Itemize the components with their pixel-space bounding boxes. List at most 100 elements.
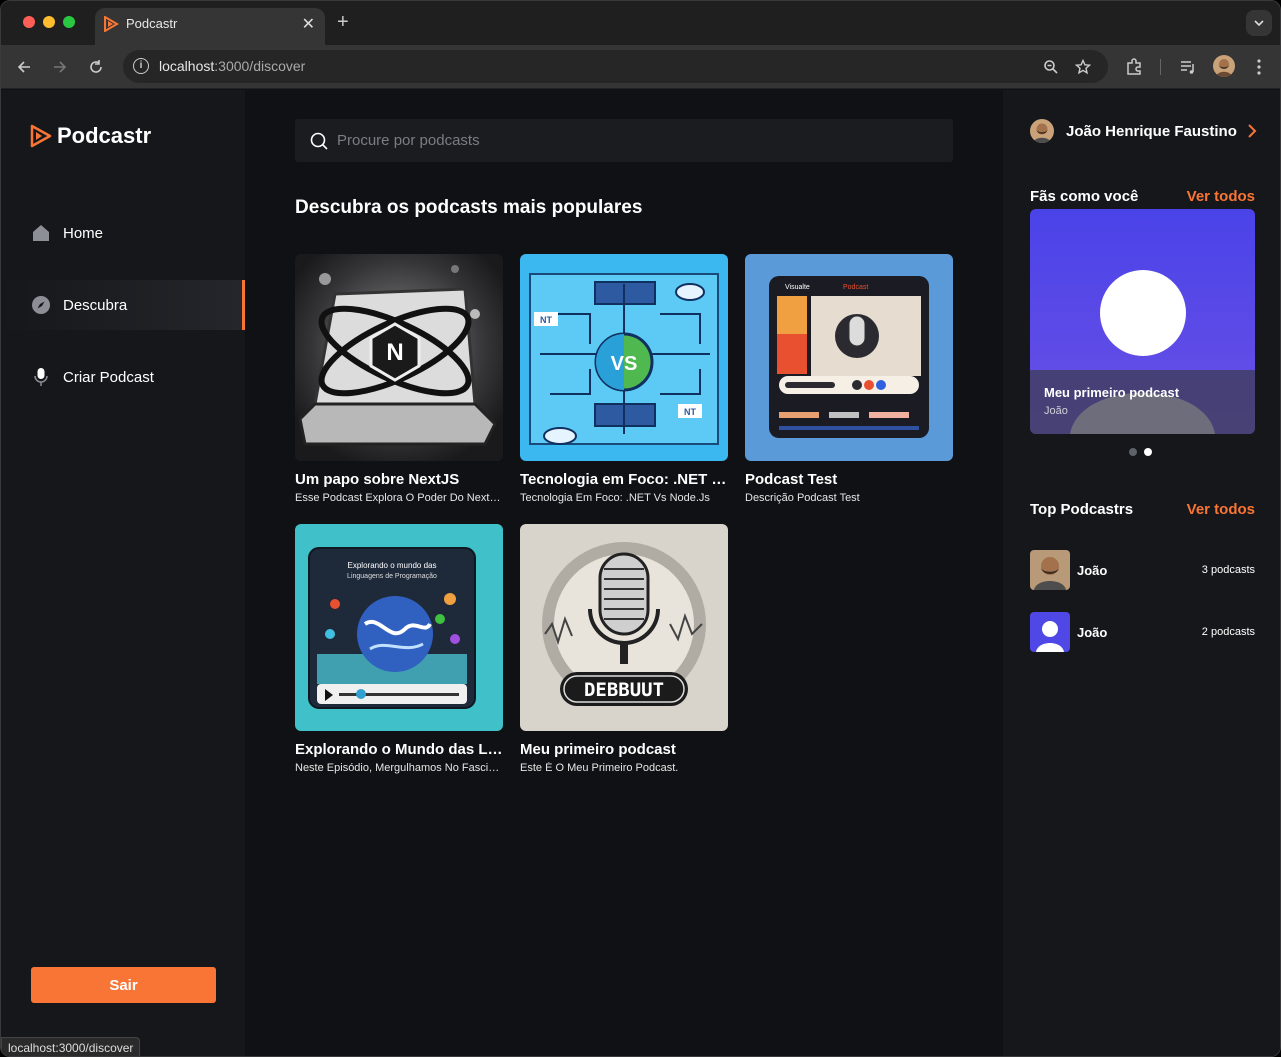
compass-icon	[31, 295, 51, 315]
podcast-title[interactable]: Meu primeiro podcast	[520, 741, 728, 758]
toolbar-divider	[1160, 59, 1161, 75]
chevron-down-icon	[1254, 20, 1264, 27]
profile-avatar[interactable]	[1213, 55, 1235, 77]
top-podcastrs-see-all-link[interactable]: Ver todos	[1187, 501, 1255, 518]
svg-text:Podcast: Podcast	[843, 284, 868, 291]
search-bar[interactable]	[295, 119, 953, 162]
status-bar-url: localhost:3000/discover	[1, 1037, 141, 1056]
extensions-icon[interactable]	[1124, 57, 1144, 77]
search-icon	[310, 132, 328, 150]
fans-see-all-link[interactable]: Ver todos	[1187, 188, 1255, 205]
svg-text:N: N	[386, 339, 403, 366]
top-podcastr-count: 3 podcasts	[1201, 564, 1255, 576]
left-sidebar: Podcastr Home Descubra Criar Podcast Sai…	[1, 90, 245, 1056]
top-podcastrs-header: Top Podcastrs Ver todos	[1030, 501, 1255, 518]
home-icon	[31, 223, 51, 243]
main-content: Descubra os podcasts mais populares N	[245, 90, 1003, 1056]
podcast-title[interactable]: Um papo sobre NextJS	[295, 471, 503, 488]
fans-card-overlay: Meu primeiro podcast João	[1030, 370, 1255, 434]
fans-carousel-card[interactable]: Meu primeiro podcast João	[1030, 209, 1255, 434]
top-podcastr-row[interactable]: João 3 podcasts	[1030, 550, 1255, 590]
podcast-title[interactable]: Tecnologia em Foco: .NET vs Node.js	[520, 471, 728, 488]
back-icon[interactable]	[12, 55, 36, 79]
svg-text:Linguagens de Programação: Linguagens de Programação	[347, 573, 437, 580]
media-control-icon[interactable]	[1178, 57, 1198, 77]
sidebar-item-home[interactable]: Home	[1, 208, 245, 258]
chevron-right-icon	[1248, 124, 1257, 138]
podcast-cover-image[interactable]: DEBBUUT	[520, 524, 728, 731]
svg-text:NT: NT	[684, 407, 696, 417]
fans-title: Fãs como você	[1030, 188, 1139, 205]
logout-button[interactable]: Sair	[31, 967, 216, 1003]
svg-text:NT: NT	[540, 315, 552, 325]
podcast-description: Esse Podcast Explora O Poder Do Next.Js	[295, 492, 503, 504]
reload-icon[interactable]	[84, 55, 108, 79]
address-bar[interactable]: i localhost:3000/discover	[123, 50, 1108, 83]
top-podcastr-name: João	[1077, 624, 1108, 640]
zoom-icon[interactable]	[1041, 57, 1061, 77]
podcast-card[interactable]: Visualte Podcast Podcast Test Descrição …	[745, 254, 953, 504]
browser-tab[interactable]: Podcastr ✕	[95, 8, 325, 45]
podcast-cover-image[interactable]: N	[295, 254, 503, 461]
svg-text:VS: VS	[611, 353, 638, 375]
svg-text:Visualte: Visualte	[785, 284, 810, 291]
maximize-window-button[interactable]	[63, 16, 75, 28]
app: Podcastr Home Descubra Criar Podcast Sai…	[1, 90, 1280, 1056]
site-info-icon[interactable]: i	[133, 58, 149, 74]
podcastr-favicon-icon	[104, 16, 119, 32]
podcast-cover-image[interactable]: Visualte Podcast	[745, 254, 953, 461]
sidebar-item-discover[interactable]: Descubra	[1, 280, 245, 330]
fans-card-author: João	[1044, 405, 1068, 417]
podcast-description: Este É O Meu Primeiro Podcast.	[520, 762, 679, 774]
tab-bar: Podcastr ✕ +	[1, 1, 1280, 45]
logo-text: Podcastr	[57, 123, 152, 148]
browser-window: Podcastr ✕ + i localhost:3000/discover P…	[0, 0, 1281, 1057]
section-title: Descubra os podcasts mais populares	[295, 197, 643, 218]
podcast-card[interactable]: Explorando o mundo das Linguagens de Pro…	[295, 524, 503, 774]
podcastr-logo-icon	[30, 124, 52, 148]
microphone-icon	[31, 367, 51, 387]
bookmark-star-icon[interactable]	[1073, 57, 1093, 77]
podcast-title[interactable]: Podcast Test	[745, 471, 953, 488]
sidebar-item-create-podcast[interactable]: Criar Podcast	[1, 352, 245, 402]
top-podcastr-name: João	[1077, 562, 1108, 578]
profile-name: João Henrique Faustino	[1066, 122, 1237, 140]
podcast-cover-image[interactable]: Explorando o mundo das Linguagens de Pro…	[295, 524, 503, 731]
podcast-description: Descrição Podcast Test	[745, 492, 860, 504]
podcast-card[interactable]: N Um papo sobre NextJS Esse Podcast Expl…	[295, 254, 503, 504]
browser-toolbar: i localhost:3000/discover	[1, 45, 1280, 89]
forward-icon[interactable]	[48, 55, 72, 79]
tab-search-button[interactable]	[1246, 10, 1272, 36]
podcast-card[interactable]: VS NT NT Tecnologia em Foco: .NET vs Nod…	[520, 254, 728, 504]
fans-card-title: Meu primeiro podcast	[1044, 385, 1180, 400]
podcast-description: Neste Episódio, Mergulhamos No Fascinant…	[295, 762, 503, 774]
browser-menu-icon[interactable]	[1249, 57, 1269, 77]
profile-link[interactable]: João Henrique Faustino	[1030, 119, 1257, 143]
podcast-description: Tecnologia Em Foco: .NET Vs Node.Js	[520, 492, 710, 504]
carousel-dot-active[interactable]	[1144, 448, 1152, 456]
top-podcastr-count: 2 podcasts	[1201, 626, 1255, 638]
url-text[interactable]: localhost:3000/discover	[159, 58, 305, 74]
search-input[interactable]	[337, 119, 937, 162]
carousel-dots	[1129, 448, 1152, 456]
avatar	[1030, 612, 1070, 652]
svg-text:Explorando o mundo das: Explorando o mundo das	[348, 561, 437, 570]
sidebar-item-label: Criar Podcast	[63, 368, 154, 386]
carousel-dot[interactable]	[1129, 448, 1137, 456]
podcast-title[interactable]: Explorando o Mundo das Linguagens de Pro…	[295, 741, 503, 758]
top-podcastrs-title: Top Podcastrs	[1030, 501, 1134, 518]
podcast-cover-image[interactable]: VS NT NT	[520, 254, 728, 461]
podcast-card[interactable]: DEBBUUT Meu primeiro podcast Este É O Me…	[520, 524, 728, 774]
new-tab-icon[interactable]: +	[337, 11, 349, 34]
top-podcastr-row[interactable]: João 2 podcasts	[1030, 612, 1255, 652]
close-window-button[interactable]	[23, 16, 35, 28]
right-sidebar: João Henrique Faustino Fãs como você Ver…	[1003, 90, 1280, 1056]
avatar	[1030, 550, 1070, 590]
sidebar-item-label: Descubra	[63, 296, 128, 314]
minimize-window-button[interactable]	[43, 16, 55, 28]
avatar	[1030, 119, 1054, 143]
sidebar-item-label: Home	[63, 224, 104, 242]
close-tab-icon[interactable]: ✕	[302, 14, 315, 34]
cover-text: DEBBUUT	[584, 679, 664, 701]
logo[interactable]: Podcastr	[29, 123, 151, 149]
